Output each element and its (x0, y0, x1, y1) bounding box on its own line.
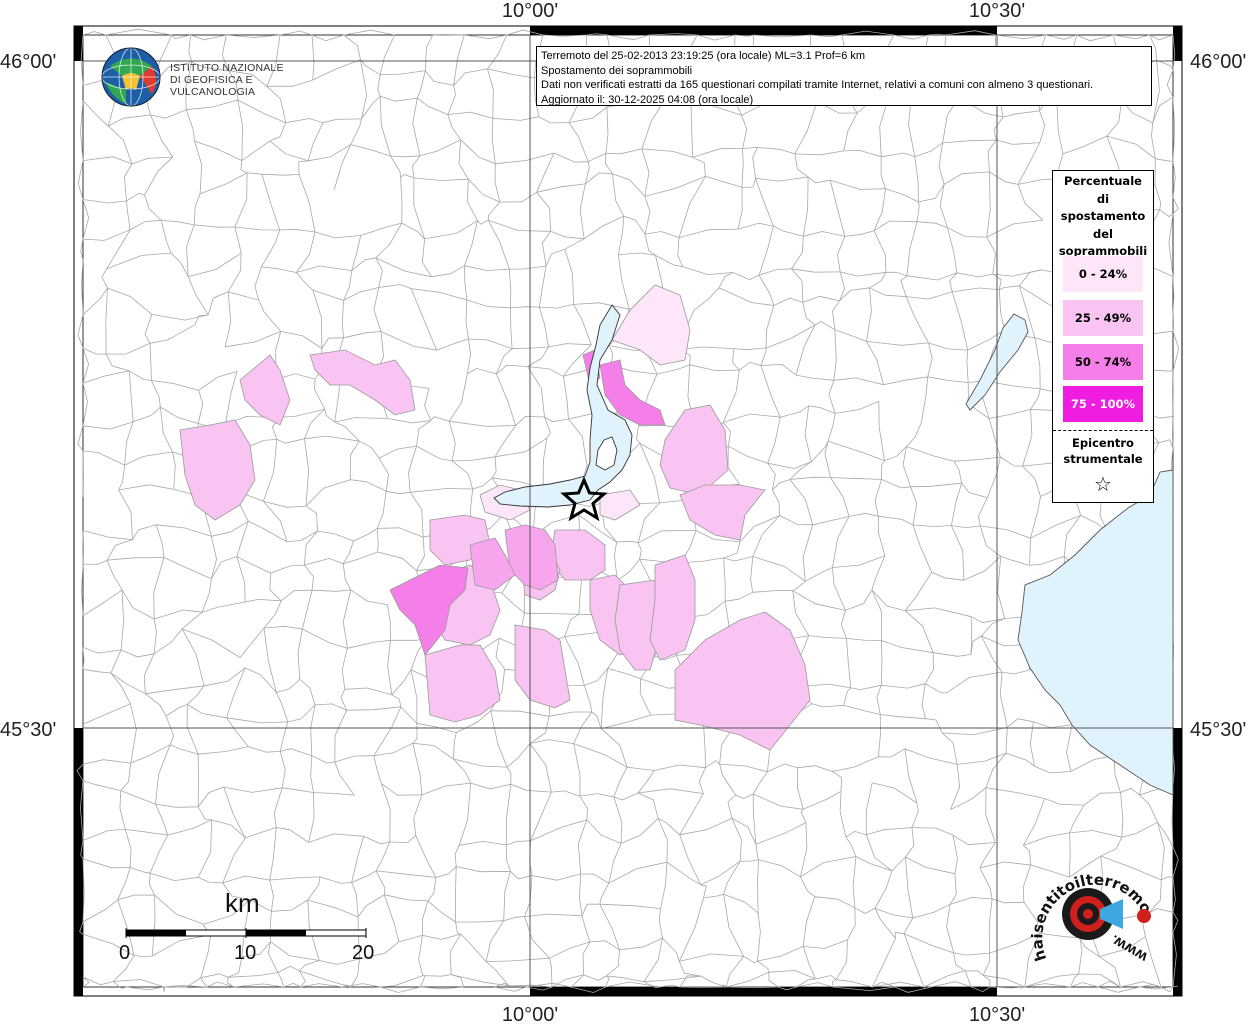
legend: Percentuale di spostamento del soprammob… (1052, 170, 1154, 503)
legend-title-line: spostamento (1060, 209, 1146, 223)
ingv-name-line1: ISTITUTO NAZIONALE (170, 62, 284, 74)
legend-epicenter-line2: strumentale (1063, 452, 1143, 466)
legend-item-25-49: 25 - 49% (1063, 300, 1143, 336)
legend-title-line: di (1096, 191, 1110, 206)
hai-sentito-logo: haisentitoilterremoto.it WWW. (1023, 850, 1158, 974)
ingv-name-line2: DI GEOFISICA E VULCANOLOGIA (170, 74, 256, 98)
coord-left-bottom: 45°30' (0, 719, 56, 741)
coord-right-bottom: 45°30' (1190, 719, 1246, 741)
event-title: Terremoto del 25-02-2013 23:19:25 (ora l… (541, 50, 866, 62)
globe-icon (101, 47, 161, 107)
scale-bar (125, 928, 367, 938)
coord-left-top: 46°00' (0, 51, 56, 73)
legend-item-75-100: 75 - 100% (1063, 386, 1143, 422)
legend-divider (1053, 430, 1153, 431)
update-time: Aggiornato il: 30-12-2025 04:08 (ora loc… (541, 93, 754, 106)
star-icon: ☆ (1094, 472, 1112, 496)
legend-item-50-74: 50 - 74% (1063, 344, 1143, 380)
ingv-logo: ISTITUTO NAZIONALE DI GEOFISICA E VULCAN… (100, 46, 320, 108)
legend-title-line: del (1093, 226, 1113, 241)
ingv-name: ISTITUTO NAZIONALE DI GEOFISICA E VULCAN… (170, 62, 320, 98)
scale-tick-0: 0 (119, 942, 131, 964)
coord-bottom-left: 10°00' (502, 1004, 558, 1024)
legend-title-line: Percentuale (1064, 174, 1142, 188)
logo-www: WWW. (1109, 932, 1150, 963)
legend-label: 25 - 49% (1074, 311, 1132, 325)
coord-bottom-right: 10°30' (969, 1004, 1025, 1024)
data-note: Dati non verificati estratti da 165 ques… (541, 79, 1094, 91)
coord-right-top: 46°00' (1190, 51, 1246, 73)
coord-top-left: 10°00' (502, 0, 558, 22)
municipal-border (928, 33, 946, 36)
legend-label: 50 - 74% (1074, 355, 1132, 369)
coord-top-right: 10°30' (969, 0, 1025, 22)
legend-label: 75 - 100% (1070, 397, 1136, 411)
speaker-target-icon: haisentitoilterremoto.it WWW. (1023, 850, 1156, 963)
legend-epicenter-label: Epicentro strumentale (1053, 435, 1153, 467)
scale-tick-10: 10 (234, 942, 257, 964)
map-subject: Spostamento dei soprammobili (541, 64, 693, 77)
event-info-box: Terremoto del 25-02-2013 23:19:25 (ora l… (536, 46, 1152, 106)
legend-title: Percentuale di spostamento del soprammob… (1053, 173, 1153, 261)
legend-label: 0 - 24% (1078, 267, 1128, 281)
scale-unit: km (225, 888, 260, 918)
legend-epicenter-line1: Epicentro (1072, 436, 1134, 450)
scale-tick-20: 20 (352, 942, 375, 964)
legend-item-0-24: 0 - 24% (1063, 256, 1143, 292)
